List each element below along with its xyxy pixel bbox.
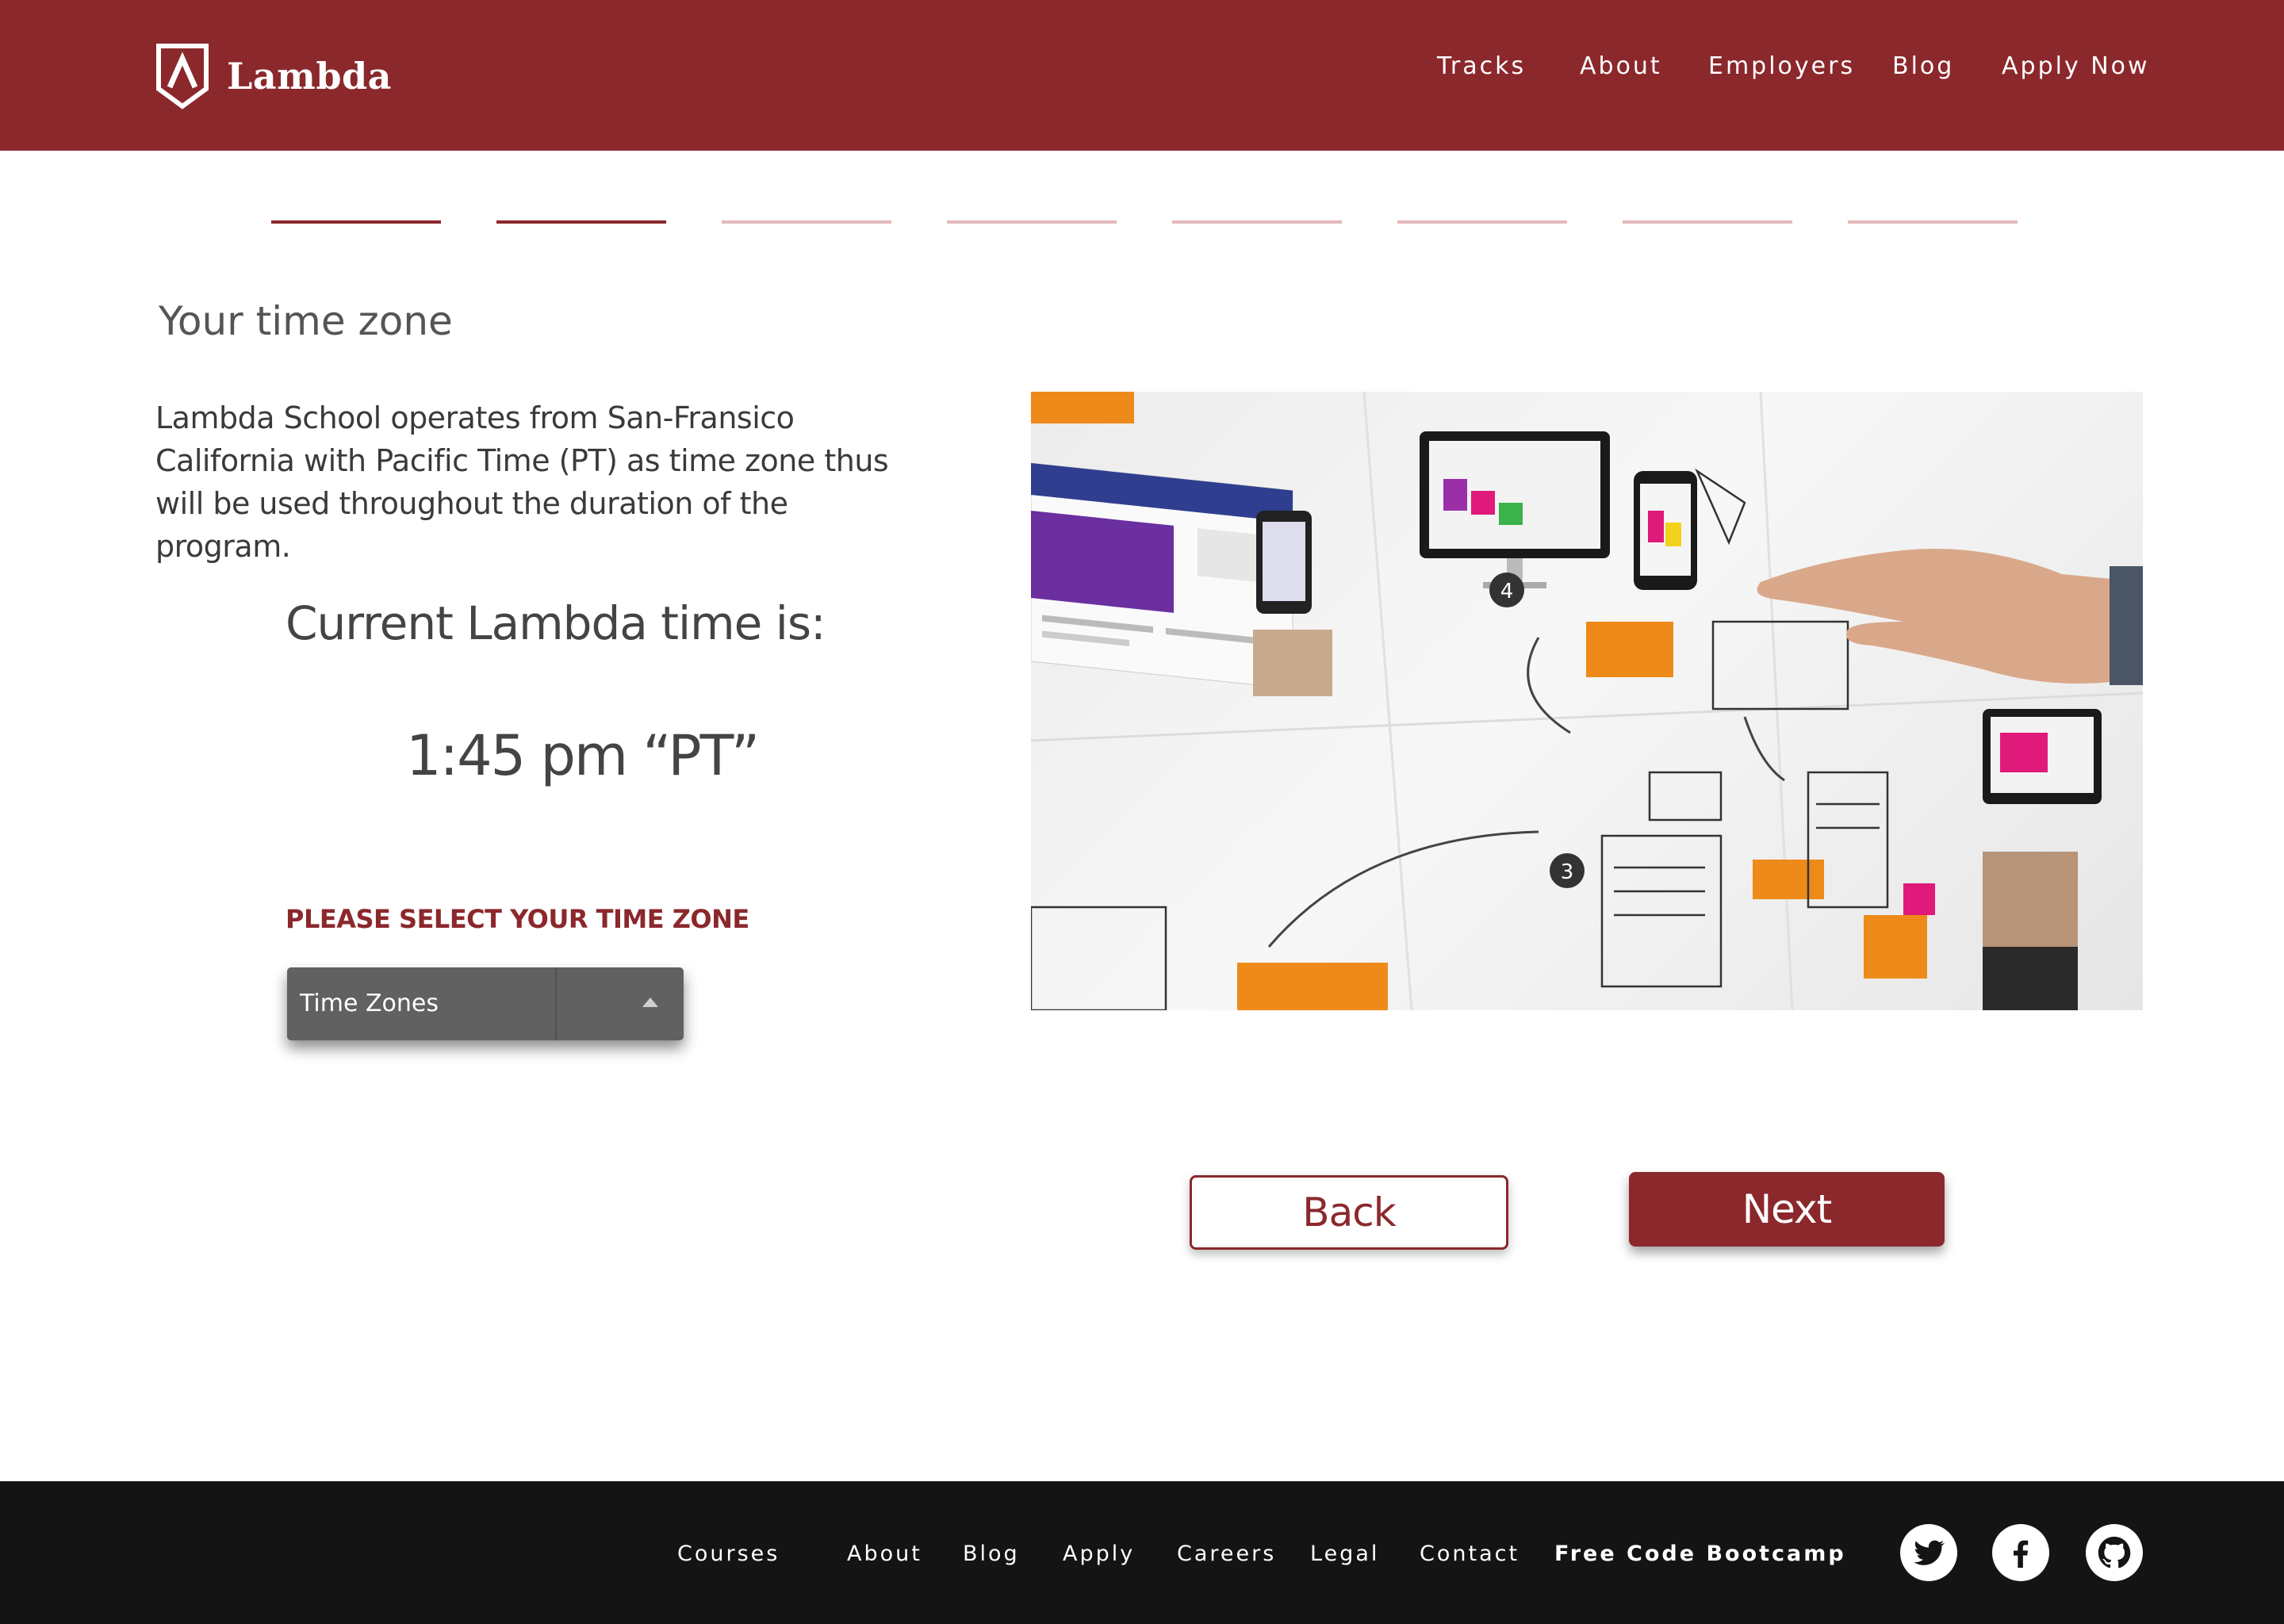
select-divider: [555, 967, 557, 1040]
github-octocat-icon: [2098, 1536, 2131, 1568]
wireframe-illustration: 4 3: [1031, 392, 2143, 1010]
progress-step-8: [1848, 220, 2018, 224]
progress-step-6: [1397, 220, 1567, 224]
progress-step-4: [947, 220, 1117, 224]
progress-step-3: [722, 220, 891, 224]
nav-apply-now[interactable]: Apply Now: [2002, 52, 2150, 80]
next-button[interactable]: Next: [1629, 1172, 1945, 1247]
current-time-value: 1:45 pm “PT”: [406, 723, 760, 788]
caret-up-icon: [642, 998, 658, 1007]
footer-link-free-code-bootcamp[interactable]: Free Code Bootcamp: [1554, 1542, 1846, 1566]
progress-step-2: [496, 220, 666, 224]
timezone-select[interactable]: Time Zones: [287, 967, 684, 1040]
timezone-description: Lambda School operates from San-Fransico…: [155, 400, 889, 564]
nav-employers[interactable]: Employers: [1708, 52, 1855, 80]
facebook-icon[interactable]: [1992, 1524, 2049, 1581]
svg-text:4: 4: [1500, 580, 1514, 603]
footer-link-about[interactable]: About: [847, 1542, 922, 1566]
page-title: Your time zone: [159, 298, 453, 344]
footer-link-careers[interactable]: Careers: [1177, 1542, 1276, 1566]
footer-link-contact[interactable]: Contact: [1420, 1542, 1519, 1566]
wireframe-hero-image: 4 3: [1031, 392, 2143, 1010]
lambda-shield-icon: [156, 44, 209, 109]
nav-tracks[interactable]: Tracks: [1437, 52, 1526, 80]
lambda-logo[interactable]: Lambda: [155, 43, 392, 109]
timezone-select-value: Time Zones: [300, 990, 439, 1017]
site-footer: Courses About Blog Apply Careers Legal C…: [0, 1481, 2284, 1624]
nav-about[interactable]: About: [1580, 52, 1662, 80]
facebook-f-icon: [2013, 1540, 2029, 1568]
nav-blog[interactable]: Blog: [1892, 52, 1954, 80]
twitter-bird-icon: [1914, 1540, 1945, 1565]
footer-link-blog[interactable]: Blog: [963, 1542, 1020, 1566]
progress-step-5: [1172, 220, 1342, 224]
brand-name: Lambda: [227, 55, 392, 98]
footer-link-courses[interactable]: Courses: [677, 1542, 780, 1566]
progress-step-1: [271, 220, 441, 224]
twitter-icon[interactable]: [1900, 1524, 1957, 1581]
svg-text:3: 3: [1561, 860, 1574, 884]
current-time-label: Current Lambda time is:: [286, 596, 826, 650]
site-header: Lambda Tracks About Employers Blog Apply…: [0, 0, 2284, 151]
footer-link-legal[interactable]: Legal: [1310, 1542, 1379, 1566]
github-icon[interactable]: [2086, 1524, 2143, 1581]
progress-step-7: [1623, 220, 1792, 224]
back-button[interactable]: Back: [1190, 1175, 1508, 1250]
timezone-select-label: PLEASE SELECT YOUR TIME ZONE: [286, 904, 749, 934]
footer-link-apply[interactable]: Apply: [1063, 1542, 1135, 1566]
